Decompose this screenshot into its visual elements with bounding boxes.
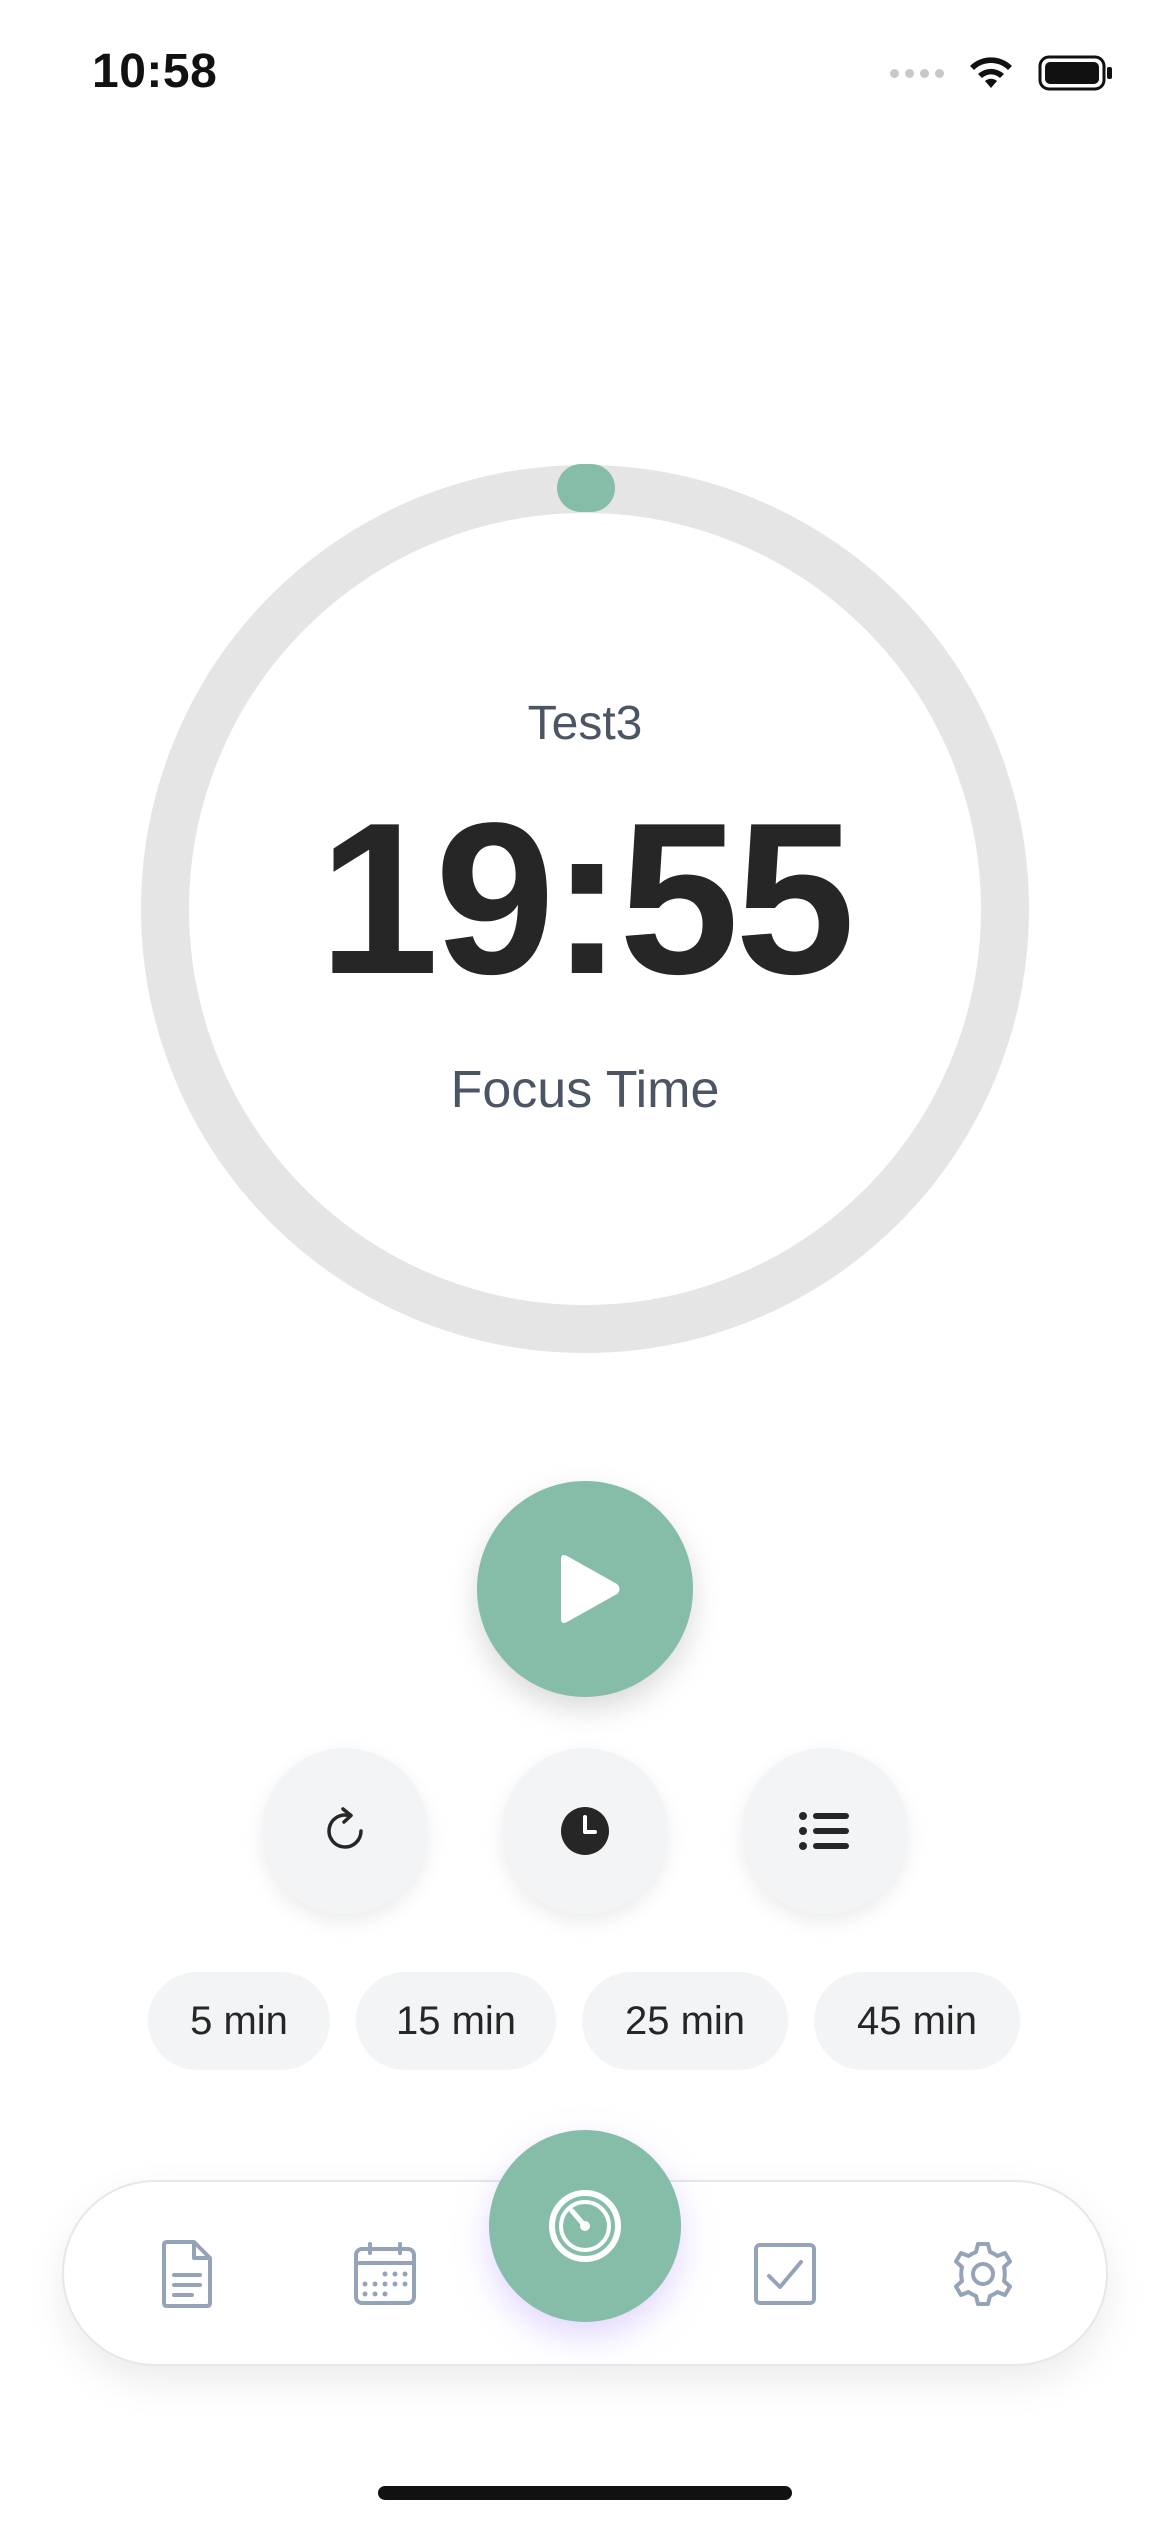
- reset-button[interactable]: [262, 1748, 428, 1914]
- time-remaining: 19:55: [318, 777, 855, 1019]
- progress-handle: [557, 464, 615, 512]
- preset-45-min[interactable]: 45 min: [814, 1972, 1020, 2070]
- list-icon: [799, 1812, 849, 1850]
- history-button[interactable]: [502, 1748, 668, 1914]
- status-icons: [890, 48, 1114, 98]
- nav-settings[interactable]: [943, 2234, 1023, 2314]
- nav-calendar[interactable]: [345, 2234, 425, 2314]
- preset-15-min[interactable]: 15 min: [356, 1972, 556, 2070]
- wifi-icon: [970, 57, 1012, 88]
- status-time: 10:58: [92, 45, 218, 98]
- notes-icon: [162, 2240, 212, 2308]
- battery-icon: [1038, 55, 1112, 91]
- preset-25-min[interactable]: 25 min: [582, 1972, 788, 2070]
- preset-5-min[interactable]: 5 min: [148, 1972, 330, 2070]
- task-list-button[interactable]: [742, 1748, 908, 1914]
- nav-tasks[interactable]: [745, 2234, 825, 2314]
- timer-mode-label: Focus Time: [450, 1061, 720, 1119]
- play-button[interactable]: [477, 1481, 693, 1697]
- calendar-icon: [354, 2242, 416, 2305]
- play-icon: [561, 1555, 620, 1623]
- nav-notes[interactable]: [146, 2234, 226, 2314]
- settings-icon: [954, 2242, 1012, 2306]
- signal-icon: [890, 68, 944, 78]
- reset-icon: [327, 1807, 363, 1849]
- timer-icon: [549, 2190, 621, 2262]
- tasks-icon: [754, 2243, 816, 2305]
- preset-chips: 5 min 15 min 25 min 45 min: [0, 1972, 1170, 2070]
- nav-timer[interactable]: [489, 2130, 681, 2322]
- home-indicator: [378, 2486, 792, 2500]
- clock-icon: [561, 1807, 609, 1855]
- pomodoro-screen: 10:58 Test3 19:55 Focus Time 5 min 15 mi…: [0, 0, 1170, 2532]
- session-name: Test3: [527, 697, 643, 750]
